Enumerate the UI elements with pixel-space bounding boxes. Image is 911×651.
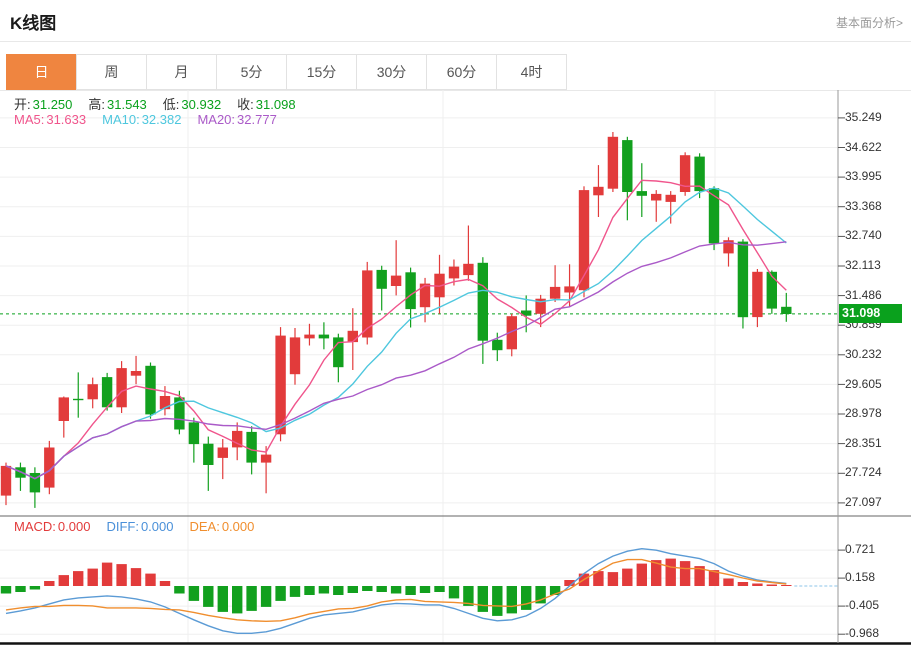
period-tab-0[interactable]: 日	[6, 54, 77, 90]
low-label: 低:	[162, 97, 180, 112]
high-value: 31.543	[107, 97, 147, 112]
y-axis-label: 28.351	[845, 435, 882, 450]
last-price-badge: 31.098	[839, 304, 902, 323]
fundamental-analysis-link[interactable]: 基本面分析>	[836, 14, 903, 31]
period-tab-1[interactable]: 周	[76, 54, 147, 90]
period-tab-4[interactable]: 15分	[286, 54, 357, 90]
diff-label: DIFF:	[106, 519, 139, 534]
dea-label: DEA:	[189, 519, 220, 534]
macd-axis-label: -0.405	[845, 598, 880, 612]
ma20-label: MA20:	[197, 112, 236, 127]
y-axis-label: 32.113	[845, 258, 881, 273]
period-tab-3[interactable]: 5分	[216, 54, 287, 90]
y-axis-label: 34.622	[845, 139, 882, 154]
macd-info-row: MACD: 0.000 DIFF: 0.000 DEA: 0.000	[14, 519, 270, 534]
macd-label: MACD:	[14, 519, 56, 534]
ma10-value: 32.382	[141, 112, 182, 127]
period-tab-2[interactable]: 月	[146, 54, 217, 90]
y-axis-label: 27.724	[845, 465, 882, 480]
y-axis-label: 31.486	[845, 287, 882, 302]
kline-page: K线图 基本面分析> 日周月 5分 15分 30分 60分 4时 开: 31.250 高: 31…	[0, 0, 911, 651]
ma20-value: 32.777	[237, 112, 277, 127]
dea-value: 0.000	[221, 519, 255, 534]
header-divider	[0, 41, 911, 42]
macd-axis-label: 0.721	[845, 542, 876, 556]
close-label: 收:	[237, 97, 254, 112]
open-value: 31.250	[32, 97, 73, 112]
y-axis-label: 28.978	[845, 406, 882, 421]
y-axis-label: 30.232	[845, 346, 882, 361]
macd-axis-label: -0.968	[845, 626, 880, 640]
period-tab-bar: 日周月 5分 15分 30分 60分 4时	[6, 54, 567, 90]
open-label: 开:	[14, 97, 31, 112]
diff-value: 0.000	[140, 519, 174, 534]
macd-value: 0.000	[57, 519, 91, 534]
y-axis-label: 29.605	[845, 376, 882, 391]
macd-axis-label: 0.158	[845, 570, 876, 584]
ma10-label: MA10:	[102, 112, 140, 127]
close-value: 31.098	[255, 97, 296, 112]
ohlc-info-row: 开: 31.250 高: 31.543 低: 30.932 收: 31.098	[14, 94, 312, 113]
high-label: 高:	[88, 97, 106, 112]
ma5-label: MA5:	[14, 112, 45, 127]
y-axis-label: 33.995	[845, 169, 882, 184]
ma-info-row: MA5: 31.633 MA10: 32.382 MA20: 32.777	[14, 112, 293, 127]
y-axis-label: 32.740	[845, 228, 882, 243]
period-tab-6[interactable]: 60分	[426, 54, 497, 90]
low-value: 30.932	[181, 97, 222, 112]
kline-svg	[0, 90, 911, 646]
y-axis-label: 35.249	[845, 110, 882, 124]
y-axis-label: 33.368	[845, 198, 882, 213]
period-tab-7[interactable]: 4时	[496, 54, 567, 90]
kline-chart-area[interactable]: 开: 31.250 高: 31.543 低: 30.932 收: 31.098 MA5: 31.…	[0, 90, 911, 651]
y-axis-label: 27.097	[845, 495, 882, 510]
ma5-value: 31.633	[46, 112, 87, 127]
page-title: K线图	[10, 14, 57, 33]
period-tab-5[interactable]: 30分	[356, 54, 427, 90]
